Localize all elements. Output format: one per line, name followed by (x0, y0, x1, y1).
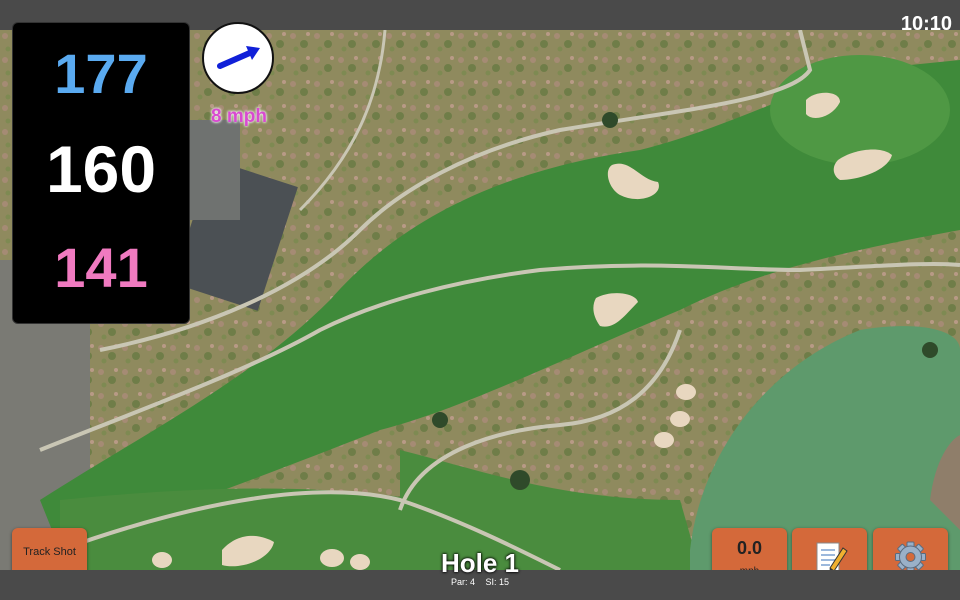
speed-value: 0.0 (736, 538, 763, 558)
hole-info: Par: 4 SI: 15 (380, 577, 580, 587)
clock: 10:10 (900, 13, 952, 35)
back-distance: 177 (54, 42, 148, 105)
front-distance: 141 (54, 236, 148, 299)
track-shot-label: Track Shot (23, 546, 76, 558)
wind-direction-dial (202, 22, 274, 94)
wind-speed: 8 mph (211, 106, 267, 127)
middle-distance: 160 (45, 132, 157, 206)
distance-panel: 177 160 141 (12, 22, 190, 324)
hole-title: Hole 1 (440, 548, 520, 578)
arrow-icon (217, 46, 260, 69)
hole-stroke-index: SI: 15 (485, 577, 510, 587)
hole-par: Par: 4 (450, 577, 475, 587)
